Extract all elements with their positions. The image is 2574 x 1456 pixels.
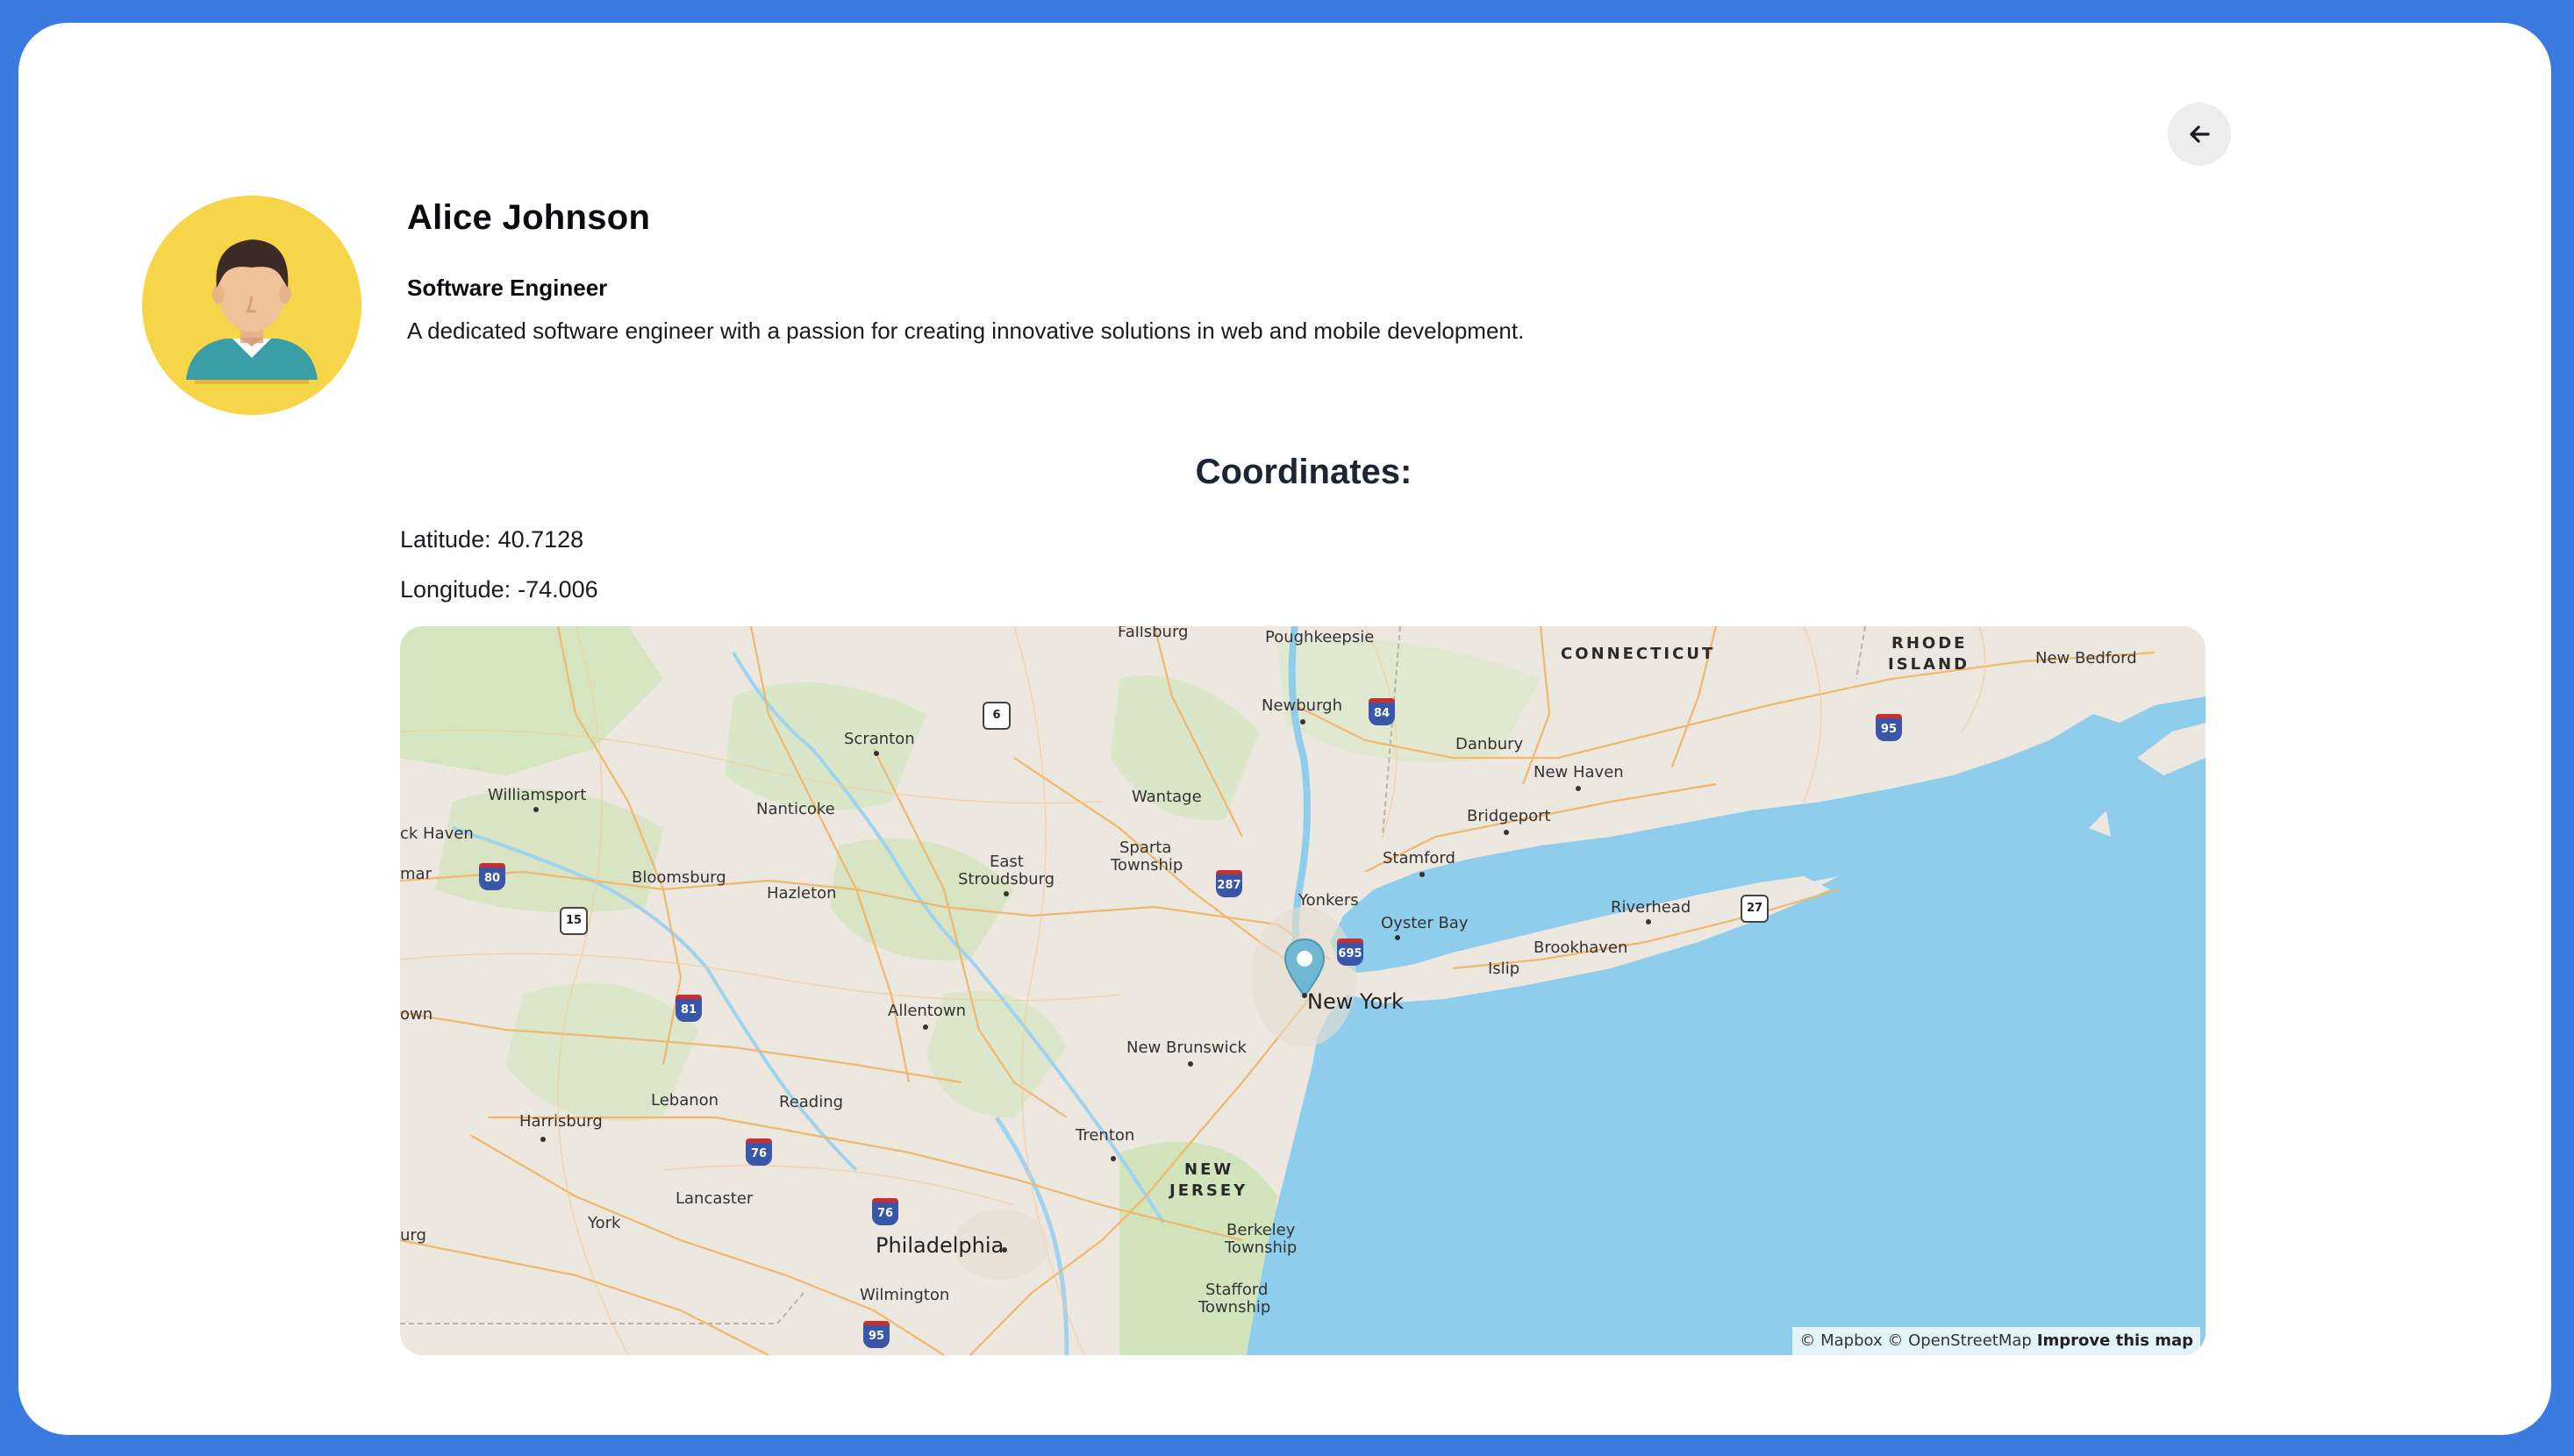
map-route-shield: 76 bbox=[872, 1198, 898, 1225]
map-route-shield: 81 bbox=[676, 995, 702, 1022]
map-label-city: Stroudsburg bbox=[958, 870, 1055, 889]
map-route-shield: 80 bbox=[479, 863, 505, 890]
map-label-city: Trenton bbox=[1076, 1126, 1135, 1145]
map-label-city: Stamford bbox=[1383, 849, 1455, 867]
map-route-shield: 15 bbox=[560, 907, 588, 935]
map-label-city: Riverhead bbox=[1611, 898, 1691, 917]
map-route-shield: 27 bbox=[1741, 895, 1769, 923]
map-label-city: Berkeley bbox=[1226, 1221, 1296, 1239]
map-label-city: Bridgeport bbox=[1467, 807, 1551, 825]
map-city-dot bbox=[1504, 830, 1509, 835]
profile-role: Software Engineer bbox=[407, 275, 608, 301]
map-city-dot bbox=[1004, 891, 1009, 896]
map-label-city: Poughkeepsie bbox=[1265, 628, 1375, 646]
map-label-state: ISLAND bbox=[1888, 655, 1970, 674]
map-city-dot bbox=[874, 751, 879, 756]
longitude-value: -74.006 bbox=[518, 576, 598, 603]
arrow-left-icon bbox=[2190, 125, 2210, 143]
map-label-city: Oyster Bay bbox=[1381, 914, 1469, 932]
map-city-dot bbox=[1188, 1061, 1193, 1067]
map-city-dot bbox=[1111, 1156, 1116, 1161]
map-label-city: New Haven bbox=[1534, 763, 1624, 782]
map-label-city: Scranton bbox=[844, 730, 915, 748]
map-label-city: Lancaster bbox=[676, 1189, 754, 1208]
profile-bio: A dedicated software engineer with a pas… bbox=[407, 318, 1525, 344]
map-city-dot bbox=[1576, 786, 1581, 791]
map-label-state: NEW bbox=[1184, 1160, 1234, 1179]
map-label-city: Township bbox=[1225, 1238, 1298, 1257]
map-label-city: Township bbox=[1111, 856, 1183, 874]
map-route-shield: 287 bbox=[1216, 870, 1242, 897]
map-label-city: Brookhaven bbox=[1534, 939, 1628, 957]
map-label-city: Harrisburg bbox=[519, 1112, 603, 1131]
map-label-city: mar bbox=[400, 865, 432, 883]
map-city-dot bbox=[923, 1024, 928, 1030]
back-button[interactable] bbox=[2168, 103, 2231, 166]
map-label-city: Philadelphia bbox=[876, 1233, 1005, 1258]
map-label-city: ck Haven bbox=[400, 824, 474, 843]
map-label-city: Newburgh bbox=[1262, 696, 1343, 715]
map-label-city: Yonkers bbox=[1298, 891, 1359, 910]
person-avatar-icon bbox=[142, 196, 361, 415]
map-city-dot bbox=[1646, 919, 1651, 924]
location-map[interactable]: CONNECTICUT RHODE ISLAND NEW JERSEY Fall… bbox=[400, 626, 2206, 1355]
latitude-value: 40.7128 bbox=[497, 526, 584, 553]
map-route-shield: 695 bbox=[1337, 939, 1363, 966]
map-label-state: JERSEY bbox=[1169, 1181, 1248, 1200]
longitude-label: Longitude: bbox=[400, 576, 511, 603]
map-label-city: urg bbox=[400, 1226, 426, 1245]
map-label-city: Williamsport bbox=[488, 786, 587, 804]
improve-map-link[interactable]: Improve this map bbox=[2037, 1331, 2193, 1350]
map-label-city: Danbury bbox=[1455, 735, 1524, 753]
map-label-city: East bbox=[990, 853, 1024, 871]
map-attribution: © Mapbox © OpenStreetMap Improve this map bbox=[1792, 1327, 2200, 1355]
map-label-city: Allentown bbox=[888, 1002, 966, 1020]
map-label-city: Stafford bbox=[1205, 1281, 1269, 1299]
map-label-city: Sparta bbox=[1119, 839, 1172, 857]
map-pin-label: New York bbox=[1307, 989, 1404, 1014]
latitude-label: Latitude: bbox=[400, 526, 491, 553]
map-city-dot bbox=[533, 807, 539, 812]
latitude-line: Latitude: 40.7128 bbox=[400, 526, 583, 553]
map-label-city: New Bedford bbox=[2035, 649, 2137, 667]
map-label-state: RHODE bbox=[1891, 634, 1968, 653]
attribution-text: © Mapbox © OpenStreetMap bbox=[1799, 1331, 2032, 1350]
map-label-city: York bbox=[588, 1214, 621, 1232]
map-route-shield: 95 bbox=[863, 1321, 890, 1348]
profile-name: Alice Johnson bbox=[407, 198, 651, 237]
map-label-city: Nanticoke bbox=[756, 800, 835, 818]
map-route-shield: 95 bbox=[1876, 714, 1902, 741]
map-label-city: Reading bbox=[779, 1093, 844, 1111]
map-label-city: New Brunswick bbox=[1126, 1038, 1247, 1057]
longitude-line: Longitude: -74.006 bbox=[400, 576, 598, 603]
map-route-shield: 76 bbox=[746, 1138, 772, 1166]
map-city-dot bbox=[1300, 719, 1305, 724]
map-label-city: Lebanon bbox=[651, 1091, 719, 1110]
map-label-city: Islip bbox=[1488, 960, 1520, 978]
map-label-city: Township bbox=[1198, 1298, 1271, 1317]
map-label-city: Bloomsburg bbox=[632, 868, 726, 887]
map-route-shield: 6 bbox=[983, 702, 1011, 730]
coordinates-title: Coordinates: bbox=[1195, 453, 1412, 491]
map-label-city: Wilmington bbox=[860, 1286, 950, 1304]
map-route-shield: 84 bbox=[1369, 698, 1395, 725]
map-city-dot bbox=[1395, 935, 1400, 940]
map-city-dot bbox=[1002, 1247, 1007, 1253]
map-label-city: Fallsburg bbox=[1118, 626, 1189, 641]
map-label-city: Hazleton bbox=[767, 884, 837, 903]
map-city-dot bbox=[1419, 872, 1425, 877]
map-label-city: Wantage bbox=[1132, 788, 1202, 806]
profile-card: Alice Johnson Software Engineer A dedica… bbox=[18, 23, 2551, 1435]
map-label-state: CONNECTICUT bbox=[1561, 645, 1716, 663]
map-label-city: own bbox=[400, 1005, 433, 1024]
map-city-dot bbox=[540, 1137, 546, 1142]
